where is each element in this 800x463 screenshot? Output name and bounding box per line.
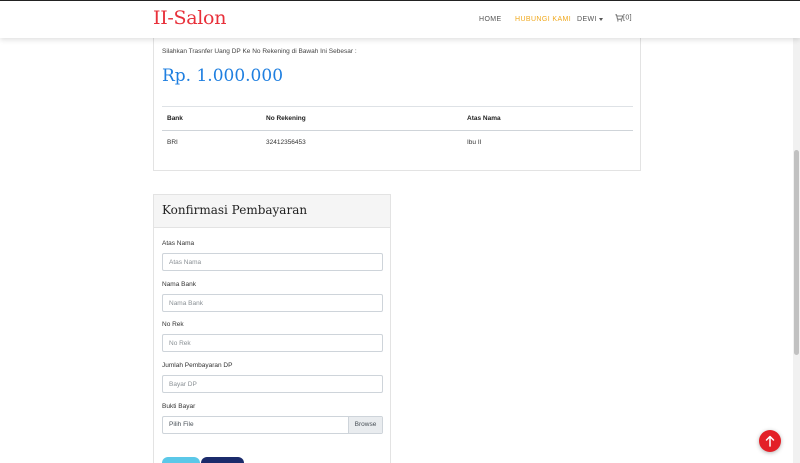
browse-button[interactable]: Browse xyxy=(348,417,382,433)
bukti-bayar-file-input[interactable]: Pilih File Browse xyxy=(162,416,383,434)
back-to-top-button[interactable] xyxy=(759,430,781,452)
atas-nama-input[interactable] xyxy=(162,253,383,271)
dp-amount: Rp. 1.000.000 xyxy=(162,66,284,86)
confirm-payment-card: Konfirmasi Pembayaran Atas Nama Nama Ban… xyxy=(153,194,391,463)
nav-user-dropdown[interactable]: DEWI xyxy=(577,16,603,23)
caret-down-icon xyxy=(598,17,603,21)
nav-hubungi-kami[interactable]: HUBUNGI KAMI xyxy=(515,16,571,23)
submit-button[interactable] xyxy=(162,457,200,463)
card-header: Konfirmasi Pembayaran xyxy=(154,195,390,228)
cell-bank: BRI xyxy=(167,139,178,146)
col-header-bank: Bank xyxy=(167,115,183,122)
nama-bank-input[interactable] xyxy=(162,294,383,312)
nav-cart[interactable]: [0] xyxy=(615,14,632,22)
arrow-up-icon xyxy=(765,435,775,447)
secondary-button[interactable] xyxy=(201,457,244,463)
transfer-note: Silahkan Trasnfer Uang DP Ke No Rekening… xyxy=(162,48,357,55)
file-placeholder: Pilih File xyxy=(169,421,194,428)
navbar: II-Salon HOME HUBUNGI KAMI DEWI [0] xyxy=(0,0,800,38)
table-divider xyxy=(162,130,633,131)
label-atas-nama: Atas Nama xyxy=(162,240,195,247)
nav-home[interactable]: HOME xyxy=(479,16,502,23)
label-jumlah-dp: Jumlah Pembayaran DP xyxy=(162,362,233,369)
cart-count: [0] xyxy=(623,14,632,22)
cell-atas-nama: Ibu II xyxy=(467,139,482,146)
col-header-atas-nama: Atas Nama xyxy=(467,115,501,122)
cell-no-rekening: 32412356453 xyxy=(266,139,306,146)
label-no-rek: No Rek xyxy=(162,321,184,328)
col-header-no-rekening: No Rekening xyxy=(266,115,306,122)
user-name: DEWI xyxy=(577,16,597,23)
card-title: Konfirmasi Pembayaran xyxy=(162,203,308,217)
label-nama-bank: Nama Bank xyxy=(162,281,196,288)
label-bukti-bayar: Bukti Bayar xyxy=(162,403,196,410)
bayar-dp-input[interactable] xyxy=(162,375,383,393)
scrollbar-track[interactable] xyxy=(793,38,800,463)
cart-icon xyxy=(615,14,624,22)
brand-logo[interactable]: II-Salon xyxy=(153,7,226,29)
no-rek-input[interactable] xyxy=(162,334,383,352)
table-divider xyxy=(162,106,633,107)
payment-info-card: Silahkan Trasnfer Uang DP Ke No Rekening… xyxy=(153,38,641,171)
scrollbar-thumb[interactable] xyxy=(794,150,799,355)
